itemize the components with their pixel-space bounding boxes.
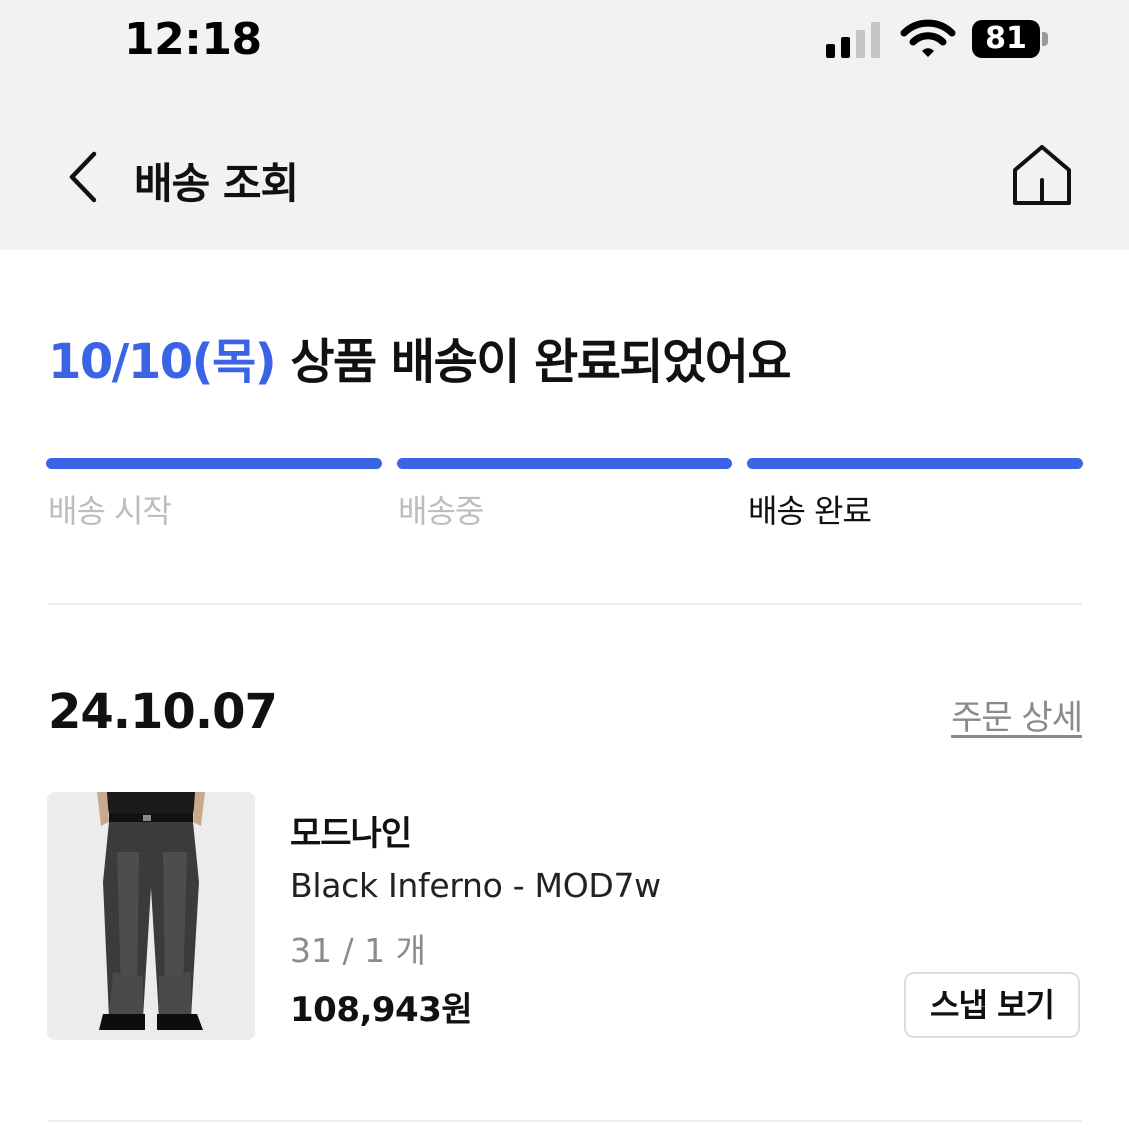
- product-option: 31 / 1 개: [290, 931, 426, 970]
- chevron-left-icon[interactable]: [60, 148, 108, 206]
- product-thumbnail[interactable]: [47, 792, 255, 1040]
- order-date: 24.10.07: [48, 684, 278, 740]
- step-label-in-transit: 배송중: [398, 492, 484, 530]
- delivery-status-headline: 10/10(목) 상품 배송이 완료되었어요: [48, 322, 792, 392]
- step-label-delivered: 배송 완료: [748, 492, 872, 530]
- cellular-signal-icon: [826, 22, 884, 58]
- battery-percent: 81: [985, 21, 1027, 56]
- product-price: 108,943원: [290, 990, 473, 1030]
- page-title: 배송 조회: [134, 159, 299, 208]
- jeans-product-image: [47, 792, 255, 1040]
- progress-bar-step-1: [46, 458, 382, 469]
- progress-bar-step-2: [397, 458, 732, 469]
- wifi-icon: [900, 19, 956, 57]
- step-label-shipping-started: 배송 시작: [48, 492, 172, 530]
- bottom-divider: [48, 1120, 1082, 1122]
- section-divider: [48, 603, 1082, 605]
- battery-icon: 81: [972, 20, 1052, 60]
- home-icon[interactable]: [1010, 142, 1074, 208]
- progress-bar-step-3: [747, 458, 1083, 469]
- delivery-date: 10/10(목): [48, 334, 277, 390]
- delivery-message: 상품 배송이 완료되었어요: [275, 334, 791, 390]
- status-time: 12:18: [124, 14, 262, 65]
- product-name[interactable]: Black Inferno - MOD7w: [290, 866, 661, 905]
- order-detail-link[interactable]: 주문 상세: [951, 690, 1083, 739]
- product-brand: 모드나인: [290, 814, 412, 854]
- view-snap-button[interactable]: 스냅 보기: [904, 972, 1080, 1038]
